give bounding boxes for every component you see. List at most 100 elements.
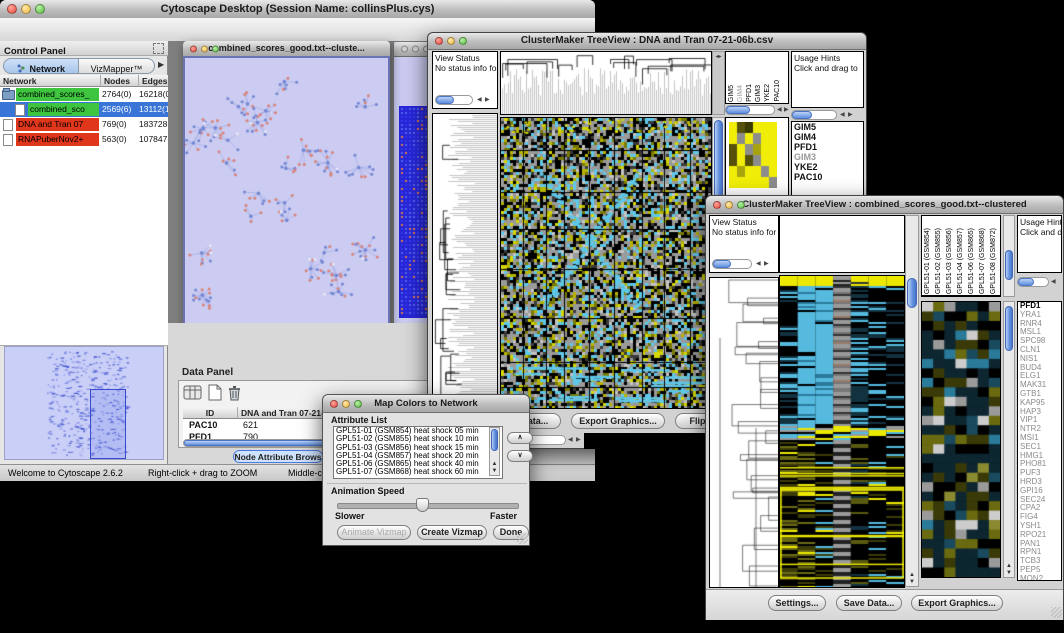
overview-canvas[interactable] — [5, 347, 163, 459]
column-label: GIM3 — [755, 85, 763, 102]
window-controls[interactable] — [435, 37, 467, 45]
tv2-status-scrollbar[interactable] — [712, 259, 752, 269]
attribute-list-scrollbar[interactable]: ▲▼ — [489, 427, 500, 476]
dialog-button[interactable]: Animate Vizmap — [337, 525, 411, 540]
scroll-left-icon[interactable]: ◀ — [477, 95, 482, 105]
node-attribute-browser-tab[interactable]: Node Attribute Brows — [233, 450, 323, 463]
gene-label[interactable]: YKE2 — [792, 162, 863, 172]
gene-label[interactable]: GIM3 — [792, 152, 863, 162]
close-icon[interactable] — [7, 4, 17, 14]
float-panel-icon[interactable] — [153, 43, 164, 54]
tv1-usage-scrollbar[interactable] — [791, 110, 837, 120]
network-row[interactable]: combined_sco 2569(6) 13112(15) — [0, 102, 168, 117]
network-row[interactable]: combined_scores_ 2764(0) 16218(0) — [0, 87, 168, 102]
treeview-button[interactable]: Export Graphics... — [911, 595, 1003, 611]
gene-label[interactable]: PFD1 — [792, 142, 863, 152]
resize-grip[interactable] — [1051, 607, 1062, 618]
main-title-bar[interactable]: Cytoscape Desktop (Session Name: collins… — [0, 0, 595, 19]
new-attribute-icon[interactable] — [207, 384, 223, 406]
move-down-button[interactable]: ∨ — [507, 450, 533, 462]
minimize-icon[interactable] — [21, 4, 31, 14]
minimize-icon[interactable] — [201, 45, 208, 52]
treeview-button[interactable]: Save Data... — [836, 595, 902, 611]
scroll-arrows[interactable]: ▲▼ — [1004, 563, 1014, 577]
tv1-heatmap[interactable] — [500, 117, 712, 409]
minimize-icon[interactable] — [342, 400, 350, 408]
scroll-right-icon[interactable]: ▶ — [784, 105, 789, 115]
zoom-window-icon[interactable] — [35, 4, 45, 14]
window-controls[interactable] — [330, 400, 362, 408]
tv2-gene-list[interactable]: PFD1YRA1RNR4MSL1SPC98CLN1NIS1BUD4ELG1MAK… — [1017, 301, 1062, 581]
scroll-right-icon[interactable]: ▶ — [576, 435, 581, 445]
tv2-labels-scrollbar[interactable] — [1003, 215, 1015, 297]
minimize-icon[interactable] — [412, 46, 419, 53]
tab-network[interactable]: Network — [3, 58, 79, 74]
tv2-heatmap[interactable] — [779, 275, 905, 588]
minimize-icon[interactable] — [447, 37, 455, 45]
zoom-window-icon[interactable] — [737, 201, 745, 209]
attribute-list[interactable]: GPL51-01 (GSM854) heat shock 05 minGPL51… — [333, 426, 503, 479]
scroll-arrows[interactable]: ▲▼ — [906, 572, 918, 586]
gene-label[interactable]: GIM4 — [792, 132, 863, 142]
tv1-scroll-strip[interactable]: ◂▸ — [712, 51, 725, 115]
network-canvas-1[interactable] — [185, 58, 388, 363]
resize-grip[interactable] — [517, 533, 528, 544]
window-controls[interactable] — [7, 4, 45, 14]
scroll-left-icon[interactable]: ◀ — [777, 105, 782, 115]
tab-overflow-button[interactable]: ▶ — [158, 60, 164, 69]
zoom-window-icon[interactable] — [212, 45, 219, 52]
window-controls[interactable] — [190, 45, 219, 52]
slider-thumb[interactable] — [416, 498, 429, 512]
view-status-info: No status info for — [710, 227, 778, 237]
tv2-row-dendrogram[interactable] — [709, 277, 779, 588]
scroll-left-icon[interactable]: ◀ — [840, 110, 845, 120]
scroll-right-icon[interactable]: ▶ — [848, 110, 853, 120]
scroll-left-icon[interactable]: ◀ — [1051, 277, 1056, 287]
tv1-column-dendrogram[interactable] — [500, 51, 712, 115]
tv1-matrix-hscrollbar[interactable] — [725, 105, 775, 115]
scroll-left-icon[interactable]: ◀ — [756, 259, 761, 269]
tv2-genelist-scrollbar[interactable]: ▲▼ — [1003, 301, 1015, 578]
minimize-icon[interactable] — [725, 201, 733, 209]
close-icon[interactable] — [713, 201, 721, 209]
close-icon[interactable] — [435, 37, 443, 45]
tv1-row-dendrogram[interactable] — [432, 113, 498, 409]
treeview-button[interactable]: Export Graphics... — [571, 413, 665, 429]
overview-viewport-rect[interactable] — [90, 389, 126, 459]
tab-vizmapper[interactable]: VizMapper™ — [79, 58, 155, 74]
gene-label[interactable]: GIM5 — [792, 122, 863, 132]
zoom-window-icon[interactable] — [459, 37, 467, 45]
tv2-heatmap-vscrollbar[interactable]: ▲▼ — [905, 215, 919, 587]
move-up-button[interactable]: ∧ — [507, 432, 533, 444]
gene-label[interactable]: PAC10 — [792, 172, 863, 182]
attribute-item[interactable]: GPL51-07 (GSM868) heat shock 60 min — [334, 468, 502, 476]
close-icon[interactable] — [190, 45, 197, 52]
network-name: RNAPuberNov2+ — [16, 133, 99, 146]
network-overview-panel[interactable] — [4, 346, 164, 460]
close-icon[interactable] — [401, 46, 408, 53]
column-label: YKE2 — [764, 84, 772, 102]
status-zoom-hint: Right-click + drag to ZOOM — [148, 468, 257, 478]
tv2-usage-scrollbar[interactable] — [1017, 277, 1049, 287]
close-icon[interactable] — [330, 400, 338, 408]
treeview1-title-bar[interactable]: ClusterMaker TreeView : DNA and Tran 07-… — [428, 33, 866, 50]
scroll-right-icon[interactable]: ▶ — [485, 95, 490, 105]
attribute-select-icon[interactable] — [183, 384, 203, 406]
gene-label[interactable]: MON2 — [1018, 575, 1061, 581]
treeview2-title-bar[interactable]: ClusterMaker TreeView : combined_scores_… — [706, 196, 1063, 214]
delete-attribute-icon[interactable] — [227, 384, 242, 406]
network-row[interactable]: DNA and Tran 07 769(0) 183728(0) — [0, 117, 168, 132]
tv2-column-dendrogram[interactable] — [779, 215, 905, 273]
dialog-title-bar[interactable]: Map Colors to Network — [323, 395, 529, 413]
zoom-window-icon[interactable] — [354, 400, 362, 408]
network-row[interactable]: RNAPuberNov2+ 563(0) 107847(0) — [0, 132, 168, 147]
treeview-button[interactable]: Settings... — [768, 595, 826, 611]
tv2-zoom-heatmap[interactable] — [921, 301, 1001, 578]
scroll-right-icon[interactable]: ▶ — [764, 259, 769, 269]
window-controls-inactive[interactable] — [401, 46, 430, 53]
scroll-left-icon[interactable]: ◀ — [568, 435, 573, 445]
network-view-window-1[interactable]: combined_scores_good.txt--cluste... — [183, 41, 390, 365]
dialog-button[interactable]: Create Vizmap — [417, 525, 487, 540]
window-controls[interactable] — [713, 201, 745, 209]
tv1-status-scrollbar[interactable] — [435, 95, 473, 105]
